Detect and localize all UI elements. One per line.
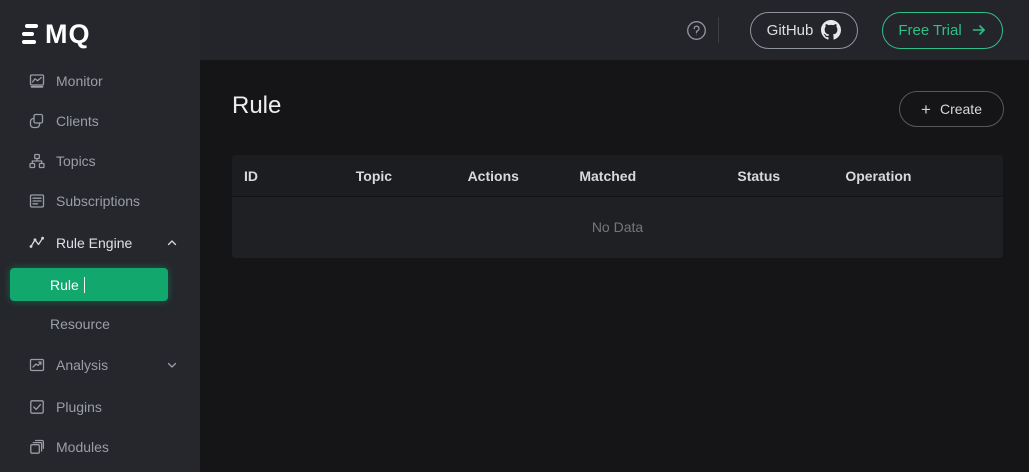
no-data-text: No Data [592, 219, 643, 235]
sidebar-item-analysis[interactable]: Analysis [0, 345, 200, 385]
text-cursor [84, 277, 86, 293]
main-content: Rule + Create ID Topic Actions Matched S… [200, 60, 1029, 472]
sidebar-item-modules[interactable]: Modules [0, 427, 200, 467]
sidebar-subitem-resource[interactable]: Resource [0, 307, 200, 340]
chevron-down-icon [166, 359, 178, 371]
monitor-chart-icon [28, 72, 46, 90]
sidebar-item-subscriptions[interactable]: Subscriptions [0, 181, 200, 221]
table-empty-state: No Data [232, 197, 1003, 257]
column-header-actions: Actions [456, 168, 568, 184]
column-header-id: ID [232, 168, 344, 184]
create-button-label: Create [940, 101, 982, 117]
github-button[interactable]: GitHub [750, 12, 858, 49]
topics-tree-icon [28, 152, 46, 170]
github-button-label: GitHub [767, 22, 814, 39]
column-header-matched: Matched [567, 168, 725, 184]
rule-engine-pulse-icon [28, 234, 46, 252]
sidebar-item-label: Rule Engine [56, 235, 166, 251]
clients-overlapping-squares-icon [28, 112, 46, 130]
free-trial-button[interactable]: Free Trial [882, 12, 1003, 49]
sidebar: MQ Monitor [0, 0, 200, 472]
sidebar-item-clients[interactable]: Clients [0, 101, 200, 141]
sidebar-subitem-rule[interactable]: Rule [10, 268, 168, 301]
subscriptions-list-icon [28, 192, 46, 210]
sidebar-item-label: Topics [56, 153, 200, 169]
emq-logo-bars-icon [22, 24, 38, 45]
analysis-trend-icon [28, 356, 46, 374]
emq-logo[interactable]: MQ [0, 0, 200, 52]
sidebar-item-label: Analysis [56, 357, 166, 373]
help-icon[interactable] [686, 20, 707, 41]
sidebar-subitem-label: Rule [50, 277, 79, 293]
topbar: GitHub Free Trial [200, 0, 1029, 60]
sidebar-item-label: Subscriptions [56, 193, 200, 209]
sidebar-item-label: Plugins [56, 399, 200, 415]
plugins-checkbox-icon [28, 398, 46, 416]
sidebar-subitem-label: Resource [50, 316, 110, 332]
page-title: Rule [232, 93, 281, 119]
column-header-topic: Topic [344, 168, 456, 184]
column-header-status: Status [725, 168, 833, 184]
sidebar-item-monitor[interactable]: Monitor [0, 61, 200, 101]
sidebar-item-label: Monitor [56, 73, 200, 89]
sidebar-item-plugins[interactable]: Plugins [0, 387, 200, 427]
modules-stack-icon [28, 438, 46, 456]
emq-logo-text: MQ [45, 21, 91, 48]
arrow-right-icon [971, 22, 987, 38]
column-header-operation: Operation [833, 168, 1003, 184]
topbar-divider [718, 17, 719, 43]
sidebar-item-label: Modules [56, 439, 200, 455]
sidebar-item-label: Clients [56, 113, 200, 129]
table-header-row: ID Topic Actions Matched Status Operatio… [232, 155, 1003, 197]
sidebar-item-rule-engine[interactable]: Rule Engine [0, 223, 200, 263]
plus-icon: + [921, 101, 931, 118]
emqx-dashboard: MQ Monitor [0, 0, 1029, 472]
chevron-up-icon [166, 237, 178, 249]
free-trial-label: Free Trial [898, 22, 961, 39]
sidebar-item-topics[interactable]: Topics [0, 141, 200, 181]
sidebar-menu: Monitor Clients [0, 61, 200, 467]
rules-table: ID Topic Actions Matched Status Operatio… [232, 155, 1003, 258]
github-octocat-icon [821, 20, 841, 40]
create-button[interactable]: + Create [899, 91, 1004, 127]
